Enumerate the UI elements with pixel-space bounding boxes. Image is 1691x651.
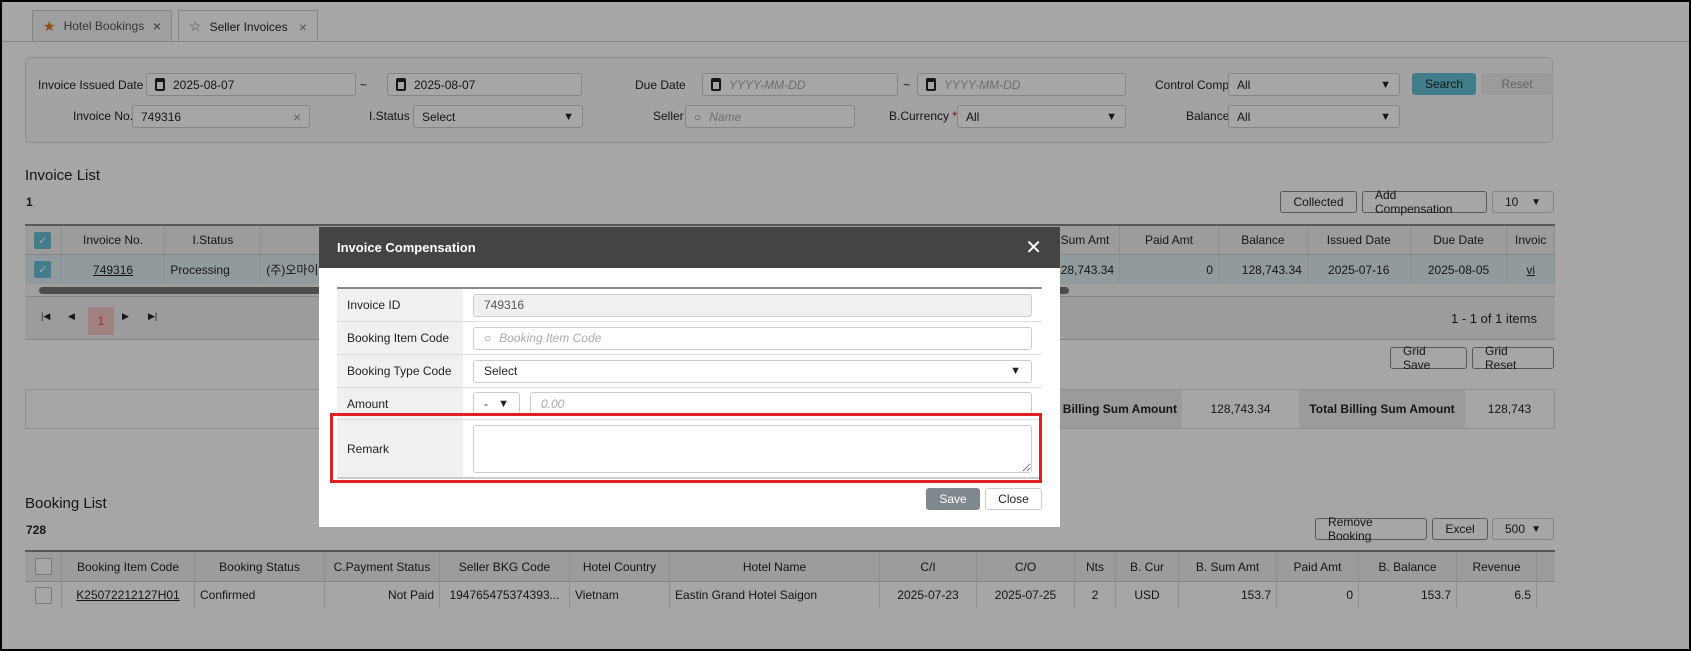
booking-item-row: Booking Item Code ○ Booking Item Code [337, 322, 1042, 355]
search-icon: ○ [484, 331, 492, 345]
close-button[interactable]: Close [985, 488, 1042, 510]
value: - [484, 396, 488, 411]
remark-highlight [330, 413, 1042, 483]
value: Select [484, 364, 518, 378]
save-button[interactable]: Save [926, 488, 980, 510]
chevron-down-icon: ▼ [498, 397, 509, 410]
seller-invoices-page: ★ Hotel Bookings × ☆ Seller Invoices × I… [2, 2, 1689, 649]
booking-type-row: Booking Type Code Select ▼ [337, 355, 1042, 388]
invoice-id-label: Invoice ID [337, 289, 463, 321]
close-icon[interactable]: ✕ [1025, 235, 1042, 260]
modal-header: Invoice Compensation ✕ [319, 227, 1060, 268]
chevron-down-icon: ▼ [1010, 365, 1021, 377]
booking-item-input[interactable]: ○ Booking Item Code [473, 326, 1032, 350]
booking-item-label: Booking Item Code [337, 322, 463, 354]
amount-sign-select[interactable]: - ▼ [473, 392, 520, 415]
placeholder: 0.00 [541, 396, 565, 411]
invoice-id-field: 749316 [473, 293, 1032, 317]
booking-type-label: Booking Type Code [337, 355, 463, 387]
modal-title: Invoice Compensation [337, 240, 476, 255]
amount-input[interactable]: 0.00 [530, 392, 1032, 415]
invoice-id-row: Invoice ID 749316 [337, 289, 1042, 322]
booking-type-select[interactable]: Select ▼ [473, 359, 1032, 383]
placeholder: Booking Item Code [499, 331, 602, 345]
value: 749316 [484, 298, 525, 312]
invoice-compensation-modal: Invoice Compensation ✕ Invoice ID 749316 … [319, 227, 1060, 527]
